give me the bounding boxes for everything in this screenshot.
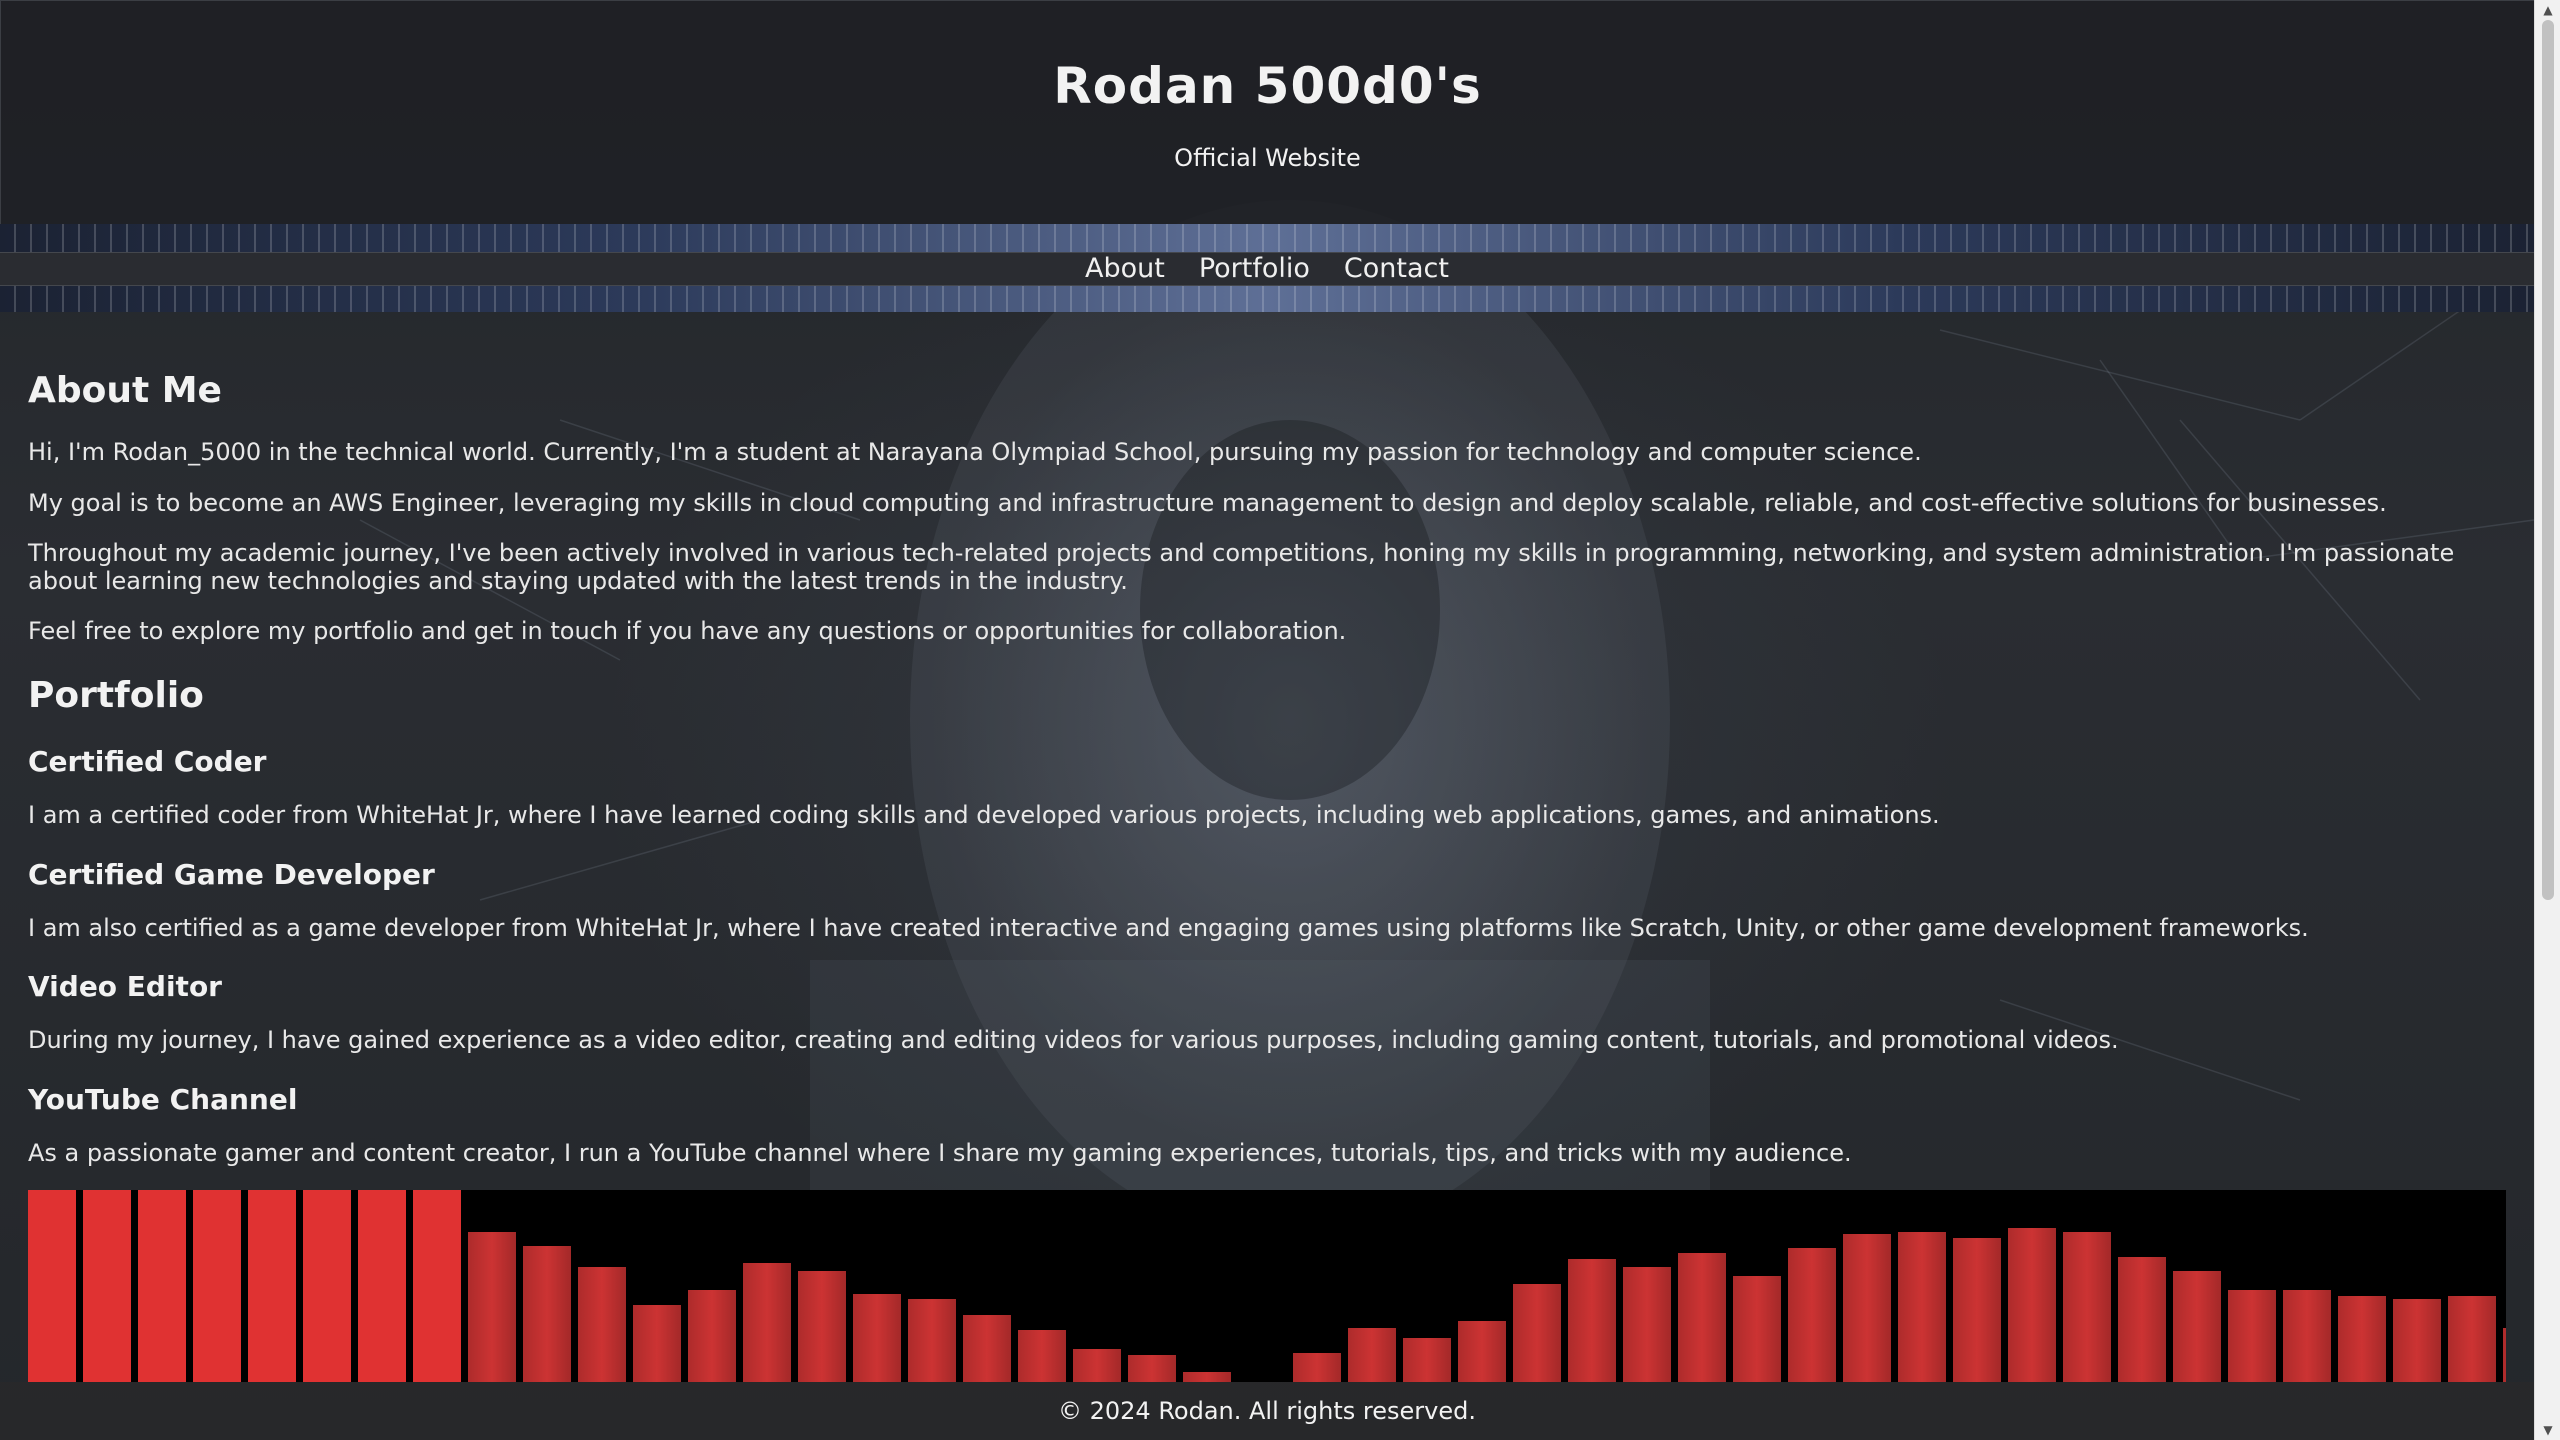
- visualizer-bar: [633, 1305, 681, 1382]
- visualizer-bar: [28, 1190, 76, 1382]
- visualizer-bar: [2228, 1290, 2276, 1382]
- visualizer-bar: [688, 1290, 736, 1382]
- portfolio-item-title: Certified Game Developer: [28, 858, 435, 891]
- visualizer-bar: [2448, 1296, 2496, 1382]
- visualizer-bar: [1568, 1259, 1616, 1382]
- visualizer-bar: [1788, 1248, 1836, 1382]
- visualizer-bar: [853, 1294, 901, 1382]
- about-heading: About Me: [28, 370, 222, 411]
- about-paragraph: Hi, I'm Rodan_5000 in the technical worl…: [28, 438, 1922, 466]
- visualizer-bar: [963, 1315, 1011, 1382]
- visualizer-bar: [1678, 1253, 1726, 1382]
- scrollbar-thumb[interactable]: [2542, 20, 2554, 900]
- visualizer-bar: [1348, 1328, 1396, 1382]
- scroll-down-arrow-icon[interactable]: ▼: [2535, 1420, 2560, 1440]
- visualizer-bar: [798, 1271, 846, 1382]
- vertical-scrollbar[interactable]: ▲ ▼: [2534, 0, 2560, 1440]
- portfolio-item-text: As a passionate gamer and content creato…: [28, 1139, 1852, 1167]
- main-nav: About Portfolio Contact: [0, 252, 2534, 286]
- visualizer-bar: [1183, 1372, 1231, 1382]
- visualizer-bar: [1733, 1276, 1781, 1382]
- visualizer-bar: [193, 1190, 241, 1382]
- visualizer-bar: [2118, 1257, 2166, 1382]
- visualizer-bar: [1073, 1349, 1121, 1382]
- visualizer-bar: [1458, 1321, 1506, 1382]
- page: Rodan 500d0's Official Website About Por…: [0, 0, 2560, 1440]
- visualizer-bar: [1953, 1238, 2001, 1382]
- content: Rodan 500d0's Official Website About Por…: [0, 0, 2534, 1440]
- visualizer-bar: [908, 1299, 956, 1382]
- portfolio-item-text: I am also certified as a game developer …: [28, 914, 2309, 942]
- portfolio-item-text: I am a certified coder from WhiteHat Jr,…: [28, 801, 1940, 829]
- visualizer-bar: [138, 1190, 186, 1382]
- visualizer-bar: [1623, 1267, 1671, 1382]
- visualizer-bars: [28, 1190, 2506, 1382]
- visualizer-bar: [1018, 1330, 1066, 1382]
- visualizer-bar: [743, 1263, 791, 1382]
- portfolio-item-text: During my journey, I have gained experie…: [28, 1026, 2119, 1054]
- visualizer-bar: [2503, 1328, 2506, 1382]
- visualizer-bar: [413, 1190, 461, 1382]
- visualizer-bar: [2063, 1232, 2111, 1382]
- visualizer-bar: [1843, 1234, 1891, 1382]
- nav-link-about[interactable]: About: [1085, 253, 1165, 285]
- visualizer-bar: [303, 1190, 351, 1382]
- portfolio-item-title: YouTube Channel: [28, 1083, 298, 1116]
- visualizer-bar: [1513, 1284, 1561, 1382]
- portfolio-item-title: Video Editor: [28, 970, 222, 1003]
- portfolio-item-title: Certified Coder: [28, 745, 267, 778]
- site-footer: © 2024 Rodan. All rights reserved.: [0, 1382, 2534, 1440]
- visualizer-bar: [358, 1190, 406, 1382]
- visualizer-bar: [1403, 1338, 1451, 1382]
- audio-visualizer: [28, 1190, 2506, 1382]
- scroll-up-arrow-icon[interactable]: ▲: [2535, 0, 2560, 20]
- visualizer-bar: [1293, 1353, 1341, 1382]
- about-paragraph: Throughout my academic journey, I've bee…: [28, 539, 2455, 595]
- visualizer-bar: [578, 1267, 626, 1382]
- visualizer-bar: [523, 1246, 571, 1382]
- visualizer-bar: [2338, 1296, 2386, 1382]
- visualizer-bar: [2283, 1290, 2331, 1382]
- nav-link-contact[interactable]: Contact: [1344, 253, 1449, 285]
- about-paragraph: My goal is to become an AWS Engineer, le…: [28, 489, 2387, 517]
- visualizer-bar: [2008, 1228, 2056, 1382]
- visualizer-bar: [1128, 1355, 1176, 1382]
- visualizer-bar: [2173, 1271, 2221, 1382]
- visualizer-bar: [248, 1190, 296, 1382]
- visualizer-bar: [1898, 1232, 1946, 1382]
- footer-copyright: © 2024 Rodan. All rights reserved.: [1057, 1397, 1476, 1425]
- visualizer-bar: [83, 1190, 131, 1382]
- about-paragraph: Feel free to explore my portfolio and ge…: [28, 617, 1347, 645]
- nav-link-portfolio[interactable]: Portfolio: [1199, 253, 1310, 285]
- site-header: Rodan 500d0's Official Website: [0, 0, 2534, 224]
- visualizer-bar: [2393, 1299, 2441, 1382]
- visualizer-bar: [468, 1232, 516, 1382]
- portfolio-heading: Portfolio: [28, 675, 204, 716]
- site-title: Rodan 500d0's: [1053, 57, 1482, 115]
- site-subtitle: Official Website: [1174, 144, 1361, 172]
